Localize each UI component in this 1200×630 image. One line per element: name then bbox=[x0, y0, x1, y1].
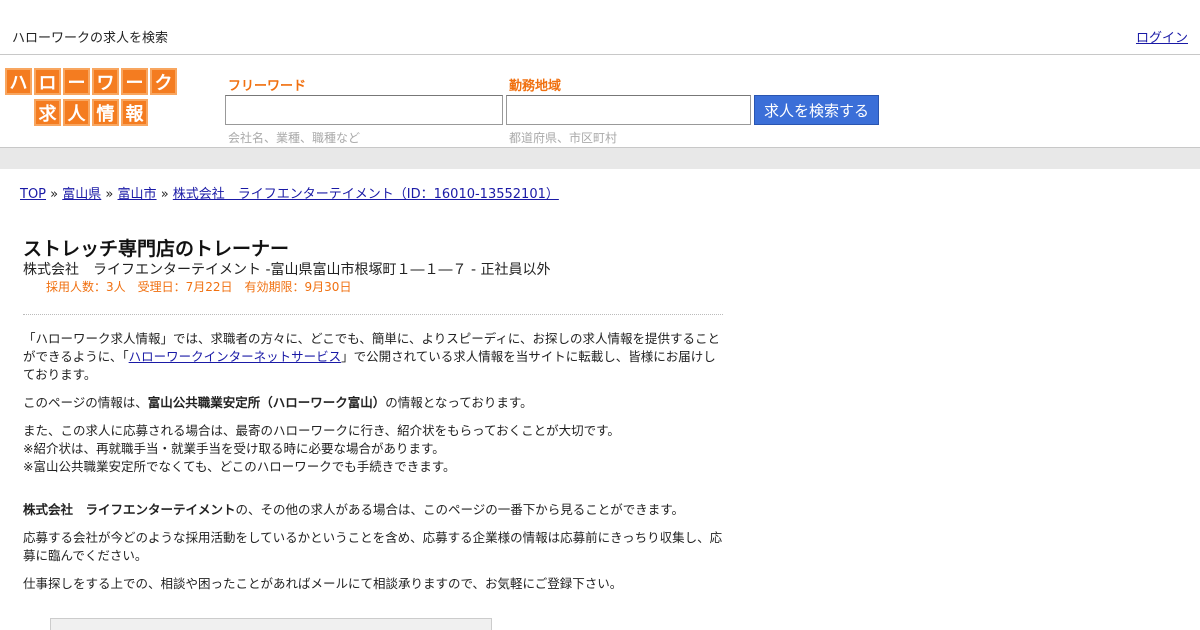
intro-paragraph: 「ハローワーク求人情報」では、求職者の方々に、どこでも、簡単に、よりスピーディに… bbox=[23, 330, 723, 384]
breadcrumb-city[interactable]: 富山市 bbox=[118, 187, 157, 202]
breadcrumb-separator: » bbox=[105, 187, 114, 202]
logo-tile: 求 bbox=[34, 99, 61, 126]
logo-tile: ク bbox=[150, 68, 177, 95]
job-meta: 採用人数：3人 受理日：7月22日 有効期限：9月30日 bbox=[46, 280, 352, 294]
top-bar: ハローワークの求人を検索 ログイン bbox=[0, 0, 1200, 55]
site-tagline: ハローワークの求人を検索 bbox=[12, 31, 169, 46]
source-office-text: このページの情報は、 bbox=[23, 395, 148, 410]
consultation-paragraph: 仕事探しをする上での、相談や困ったことがあればメールにて相談承りますので、お気軽… bbox=[23, 576, 623, 591]
location-label: 勤務地域 bbox=[509, 79, 562, 94]
other-jobs-text: の、その他の求人がある場合は、このページの一番下から見ることができます。 bbox=[235, 502, 685, 517]
section-divider bbox=[23, 314, 723, 315]
application-note-line: ※紹介状は、再就職手当・就業手当を受け取る時に必要な場合があります。 bbox=[23, 441, 445, 456]
source-office-name: 富山公共職業安定所（ハローワーク富山） bbox=[147, 395, 386, 410]
breadcrumb-company[interactable]: 株式会社 ライフエンターテイメント（ID：16010-13552101） bbox=[173, 187, 559, 202]
search-jobs-button[interactable]: 求人を検索する bbox=[754, 95, 879, 125]
job-subtitle: 株式会社 ライフエンターテイメント -富山県富山市根塚町１―１―７ - 正社員以… bbox=[23, 262, 551, 278]
logo-tile: ー bbox=[121, 68, 148, 95]
breadcrumb-separator: » bbox=[160, 187, 169, 202]
hellowork-internet-service-link[interactable]: ハローワークインターネットサービス bbox=[129, 349, 342, 364]
logo-tile: ハ bbox=[5, 68, 32, 95]
source-office-text: の情報となっております。 bbox=[385, 395, 533, 410]
keyword-input[interactable] bbox=[225, 95, 503, 125]
other-jobs-paragraph: 株式会社 ライフエンターテイメントの、その他の求人がある場合は、このページの一番… bbox=[23, 501, 723, 519]
breadcrumb-separator: » bbox=[50, 187, 59, 202]
source-office-paragraph: このページの情報は、富山公共職業安定所（ハローワーク富山）の情報となっております… bbox=[23, 394, 723, 412]
location-hint: 都道府県、市区町村 bbox=[509, 131, 618, 145]
keyword-hint: 会社名、業種、職種など bbox=[228, 131, 361, 145]
breadcrumb-prefecture[interactable]: 富山県 bbox=[62, 187, 101, 202]
logo-tile: 報 bbox=[121, 99, 148, 126]
application-note-paragraph: また、この求人に応募される場合は、最寄のハローワークに行き、紹介状をもらっておく… bbox=[23, 422, 723, 476]
application-note-line: また、この求人に応募される場合は、最寄のハローワークに行き、紹介状をもらっておく… bbox=[23, 423, 620, 438]
logo-tile: ワ bbox=[92, 68, 119, 95]
company-name: 株式会社 ライフエンターテイメント bbox=[23, 502, 236, 517]
logo-tile: ー bbox=[63, 68, 90, 95]
header-divider-band bbox=[0, 147, 1200, 169]
job-title: ストレッチ専門店のトレーナー bbox=[23, 238, 290, 260]
research-advice-paragraph: 応募する会社が今どのような採用活動をしているかということを含め、応募する企業様の… bbox=[23, 530, 723, 563]
breadcrumb: TOP » 富山県 » 富山市 » 株式会社 ライフエンターテイメント（ID：1… bbox=[20, 183, 559, 202]
content-box bbox=[50, 618, 492, 630]
application-note-line: ※富山公共職業安定所でなくても、どこのハローワークでも手続きできます。 bbox=[23, 459, 456, 474]
login-link[interactable]: ログイン bbox=[1136, 27, 1188, 46]
logo-tile: ロ bbox=[34, 68, 61, 95]
logo-tile: 人 bbox=[63, 99, 90, 126]
breadcrumb-top[interactable]: TOP bbox=[20, 187, 46, 202]
logo-tile: 情 bbox=[92, 99, 119, 126]
hellowork-logo[interactable]: ハ ロ ー ワ ー ク 求 人 情 報 bbox=[5, 68, 181, 126]
location-input[interactable] bbox=[506, 95, 751, 125]
logo-row-top: ハ ロ ー ワ ー ク bbox=[5, 68, 179, 95]
logo-row-bottom: 求 人 情 報 bbox=[34, 99, 150, 126]
keyword-label: フリーワード bbox=[228, 79, 307, 94]
